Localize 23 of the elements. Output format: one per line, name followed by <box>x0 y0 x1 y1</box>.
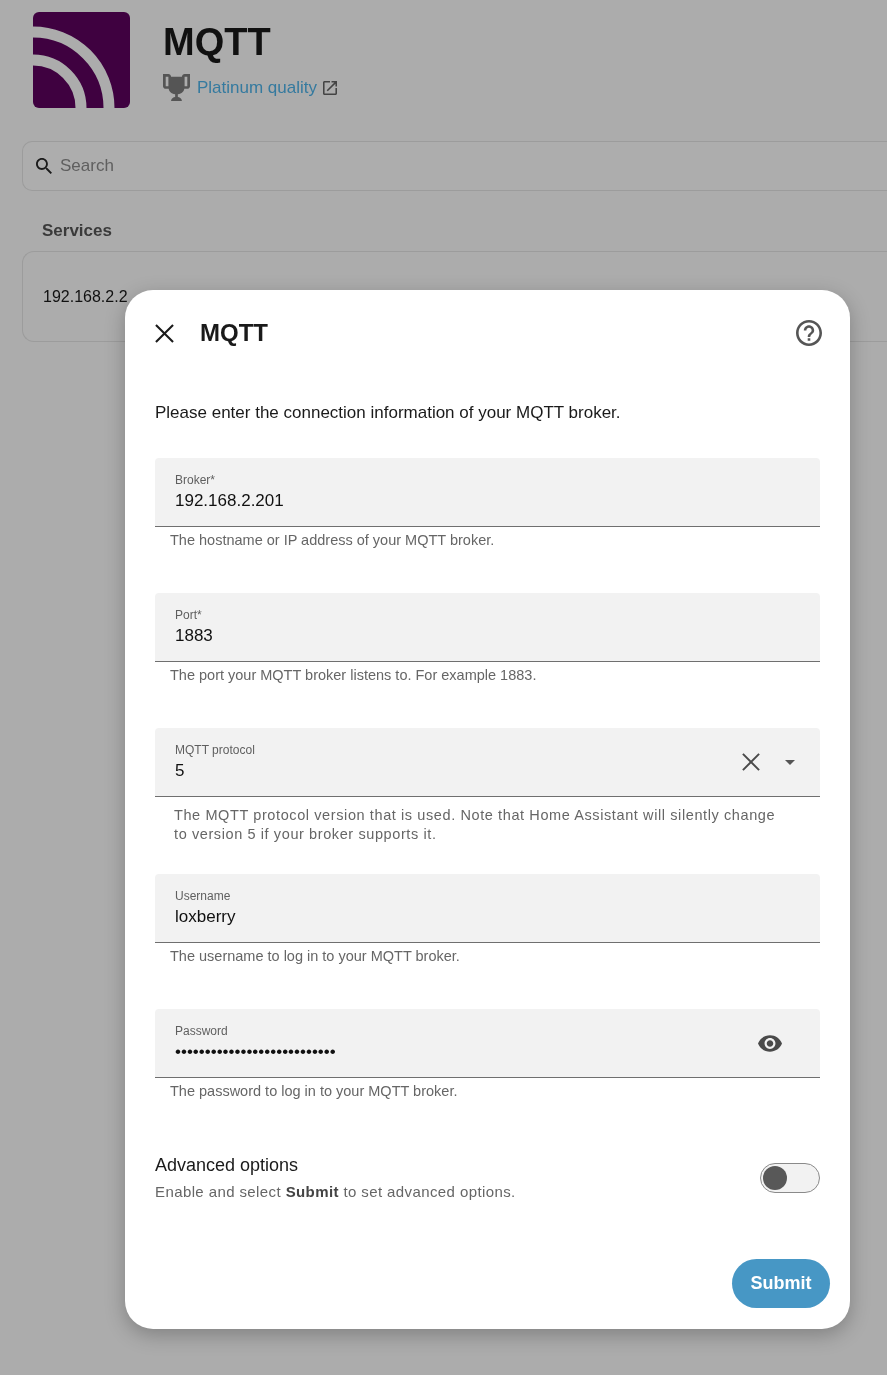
field-value: 5 <box>175 761 185 781</box>
field-label: Password <box>175 1024 228 1038</box>
dialog-description: Please enter the connection information of your MQTT broker. <box>155 402 622 424</box>
service-label: 192.168.2.2 <box>43 287 128 306</box>
search-placeholder: Search <box>60 156 114 176</box>
advanced-options-description: Enable and select Submit to set advanced options. <box>155 1182 516 1202</box>
helper-text: The port your MQTT broker listens to. For example 1883. <box>169 666 538 685</box>
field-label: Port* <box>175 608 202 622</box>
field-label: Username <box>175 889 231 903</box>
helper-text: The username to log in to your MQTT broker. <box>169 947 461 966</box>
helper-text: The hostname or IP address of your MQTT broker. <box>169 531 496 550</box>
advanced-options-title: Advanced options <box>155 1154 299 1176</box>
helper-text: The MQTT protocol version that is used. Note that Home Assistant will silently change to version 5 if your broker supports it. <box>173 806 777 844</box>
field-label: Broker* <box>175 473 215 487</box>
dialog-title: MQTT <box>200 319 268 347</box>
field-value: loxberry <box>175 907 236 927</box>
helper-text: The password to log in to your MQTT broker. <box>169 1082 459 1101</box>
integration-title: MQTT <box>163 20 271 64</box>
field-value: 1883 <box>175 626 213 646</box>
field-value: ••••••••••••••••••••••••••• <box>175 1042 336 1062</box>
field-label: MQTT protocol <box>175 743 255 757</box>
field-value: 192.168.2.201 <box>175 491 284 511</box>
section-heading: Services <box>42 221 112 241</box>
